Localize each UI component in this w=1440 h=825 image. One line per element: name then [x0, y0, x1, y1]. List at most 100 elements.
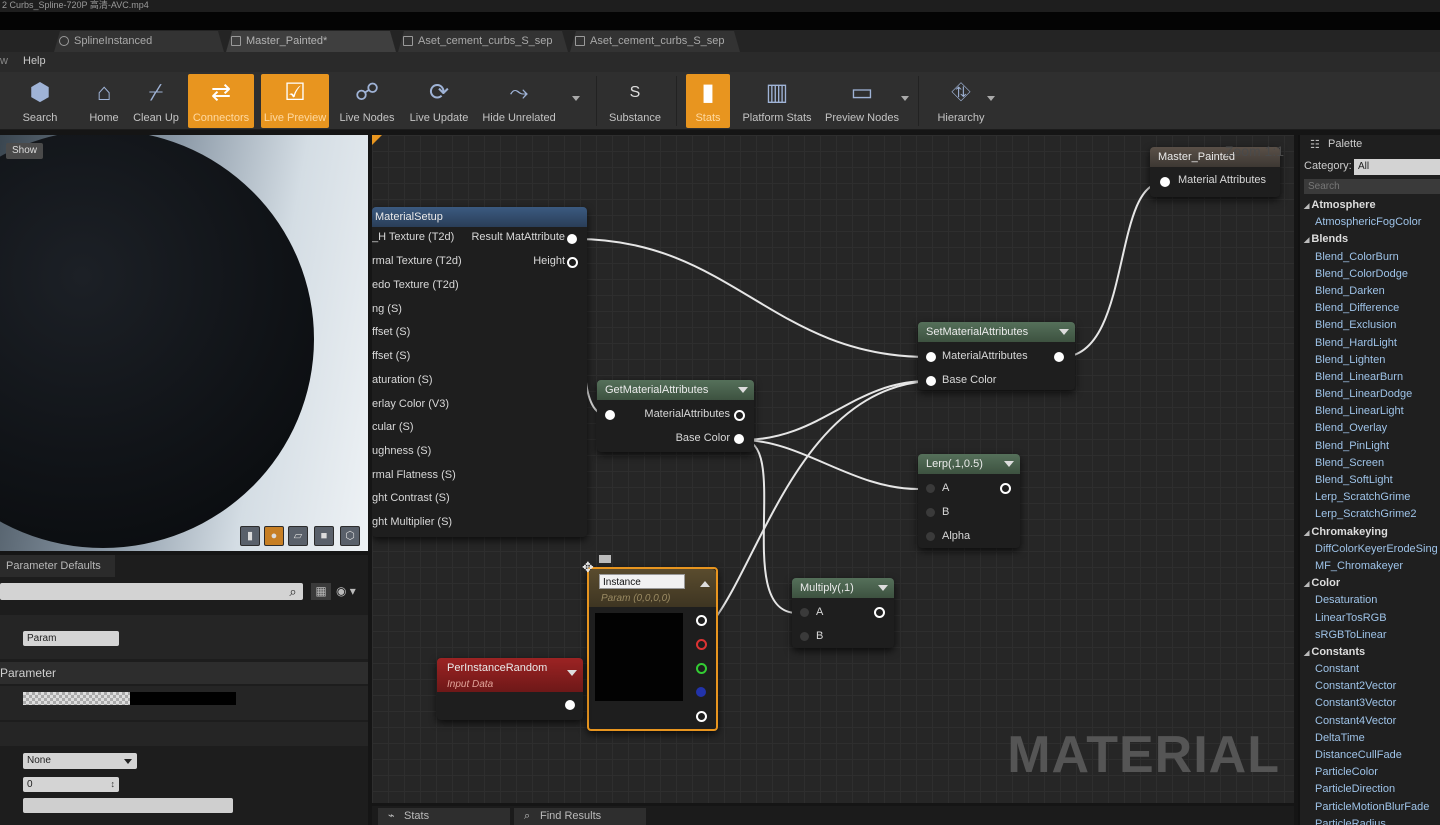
clean-up-button[interactable]: ⌿ Clean Up [130, 74, 182, 128]
output-pin[interactable] [734, 410, 745, 421]
substance-button[interactable]: S Substance [604, 74, 666, 128]
category-select[interactable]: All [1354, 159, 1440, 175]
tab-aset-cement-2[interactable]: Aset_cement_curbs_S_sep [570, 31, 740, 52]
show-button[interactable]: Show [6, 143, 43, 159]
input-pin[interactable]: ffset (S) [372, 326, 410, 338]
output-pin[interactable] [565, 700, 575, 710]
palette-item[interactable]: Blend_Exclusion [1300, 317, 1440, 334]
description-field[interactable] [23, 798, 233, 813]
search-button[interactable]: ⬢ Search [12, 74, 68, 128]
input-pin[interactable]: rmal Texture (T2d) [372, 255, 462, 267]
tab-aset-cement-1[interactable]: Aset_cement_curbs_S_sep [398, 31, 568, 52]
hierarchy-dropdown-icon[interactable] [987, 96, 995, 101]
connectors-button[interactable]: ⇄ Connectors [188, 74, 254, 128]
palette-search-input[interactable]: Search [1304, 179, 1440, 194]
node-get-material-attributes[interactable]: GetMaterialAttributes MaterialAttributes… [597, 380, 754, 452]
input-pin[interactable]: ght Contrast (S) [372, 492, 450, 504]
sphere-preview-icon[interactable]: ● [264, 526, 284, 546]
plane-preview-icon[interactable]: ▱ [288, 526, 308, 546]
palette-tab[interactable]: ☷ Palette [1304, 135, 1440, 153]
parameter-search-input[interactable]: ⌕ [0, 583, 303, 600]
tab-master-painted[interactable]: Master_Painted* [226, 31, 396, 52]
node-per-instance-random[interactable]: PerInstanceRandom Input Data [437, 658, 583, 720]
palette-item[interactable]: Blend_ColorBurn [1300, 249, 1440, 266]
node-set-material-attributes[interactable]: SetMaterialAttributes MaterialAttributes… [918, 322, 1075, 390]
palette-item[interactable]: sRGBToLinear [1300, 627, 1440, 644]
output-g-pin[interactable] [696, 663, 707, 674]
output-result-pin[interactable] [567, 234, 577, 244]
input-pin[interactable] [800, 608, 809, 617]
palette-item[interactable]: Constant2Vector [1300, 678, 1440, 695]
palette-item[interactable]: Blend_PinLight [1300, 438, 1440, 455]
palette-item[interactable]: Lerp_ScratchGrime2 [1300, 506, 1440, 523]
material-graph-canvas[interactable]: MaterialSetup _H Texture (T2d) rmal Text… [372, 135, 1294, 803]
tab-spline-instanced[interactable]: SplineInstanced [54, 31, 224, 52]
palette-category[interactable]: Chromakeying [1300, 524, 1440, 541]
cube-preview-icon[interactable]: ■ [314, 526, 334, 546]
output-height-pin[interactable] [567, 257, 578, 268]
palette-item[interactable]: ParticleRadius [1300, 816, 1440, 825]
palette-category[interactable]: Constants [1300, 644, 1440, 661]
palette-category[interactable]: Atmosphere [1300, 197, 1440, 214]
output-pin[interactable] [1054, 352, 1064, 362]
input-pin[interactable] [926, 376, 936, 386]
palette-item[interactable]: Blend_Lighten [1300, 352, 1440, 369]
palette-item[interactable]: DiffColorKeyerErodeSing [1300, 541, 1440, 558]
palette-category[interactable]: Color [1300, 575, 1440, 592]
preview-viewport[interactable]: Show ▮ ● ▱ ■ ⬡ [0, 135, 368, 551]
output-rgb-pin[interactable] [696, 615, 707, 626]
output-r-pin[interactable] [696, 639, 707, 650]
hide-unrelated-dropdown-icon[interactable] [572, 96, 580, 101]
palette-item[interactable]: DistanceCullFade [1300, 747, 1440, 764]
node-material-setup[interactable]: MaterialSetup _H Texture (T2d) rmal Text… [372, 207, 587, 537]
palette-item[interactable]: Blend_Screen [1300, 455, 1440, 472]
palette-item[interactable]: Desaturation [1300, 592, 1440, 609]
palette-item[interactable]: Blend_LinearDodge [1300, 386, 1440, 403]
eye-visibility-icon[interactable]: ◉ ▾ [336, 583, 364, 600]
palette-item[interactable]: Blend_LinearBurn [1300, 369, 1440, 386]
input-pin[interactable] [800, 632, 809, 641]
preview-nodes-button[interactable]: ▭ Preview Nodes [824, 74, 900, 128]
input-pin[interactable] [926, 508, 935, 517]
param-name-field[interactable]: Param [23, 631, 119, 646]
palette-item[interactable]: ParticleDirection [1300, 781, 1440, 798]
output-a-pin[interactable] [696, 711, 707, 722]
input-pin[interactable]: ng (S) [372, 303, 402, 315]
collapse-arrow-icon[interactable] [738, 387, 748, 393]
palette-item[interactable]: Blend_ColorDodge [1300, 266, 1440, 283]
palette-item[interactable]: MF_Chromakeyer [1300, 558, 1440, 575]
palette-item[interactable]: Blend_Difference [1300, 300, 1440, 317]
palette-item[interactable]: DeltaTime [1300, 730, 1440, 747]
spin-arrows-icon[interactable]: ↕ [111, 777, 116, 792]
input-pin[interactable]: edo Texture (T2d) [372, 279, 459, 291]
palette-item[interactable]: Blend_Overlay [1300, 420, 1440, 437]
collapse-arrow-icon[interactable] [700, 581, 710, 587]
node-multiply[interactable]: Multiply(,1) A B [792, 578, 894, 648]
collapse-arrow-icon[interactable] [1059, 329, 1069, 335]
palette-item[interactable]: Blend_SoftLight [1300, 472, 1440, 489]
input-pin[interactable] [605, 410, 615, 420]
output-pin[interactable] [874, 607, 885, 618]
palette-item[interactable]: Lerp_ScratchGrime [1300, 489, 1440, 506]
sort-priority-field[interactable]: 0 ↕ [23, 777, 119, 792]
hierarchy-button[interactable]: ⛗ Hierarchy [932, 74, 990, 128]
node-instance-param[interactable]: Instance Param (0,0,0,0) [587, 567, 718, 731]
input-pin[interactable] [926, 532, 935, 541]
parameter-defaults-tab[interactable]: Parameter Defaults [0, 555, 115, 577]
collapse-arrow-icon[interactable] [878, 585, 888, 591]
material-attributes-pin[interactable] [1160, 177, 1170, 187]
live-nodes-button[interactable]: ☍ Live Nodes [337, 74, 397, 128]
collapse-arrow-icon[interactable] [567, 670, 577, 676]
input-pin[interactable]: _H Texture (T2d) [372, 231, 454, 243]
palette-item[interactable]: Constant [1300, 661, 1440, 678]
input-pin[interactable] [926, 484, 935, 493]
view-options-grid-icon[interactable]: ▦ [311, 583, 331, 600]
palette-item[interactable]: ParticleMotionBlurFade [1300, 799, 1440, 816]
param-name-input[interactable]: Instance [599, 574, 685, 589]
preview-nodes-dropdown-icon[interactable] [901, 96, 909, 101]
menu-help[interactable]: Help [23, 55, 46, 67]
input-pin[interactable]: cular (S) [372, 421, 414, 433]
input-pin[interactable]: erlay Color (V3) [372, 398, 449, 410]
output-b-pin[interactable] [696, 687, 706, 697]
home-button[interactable]: ⌂ Home [80, 74, 128, 128]
